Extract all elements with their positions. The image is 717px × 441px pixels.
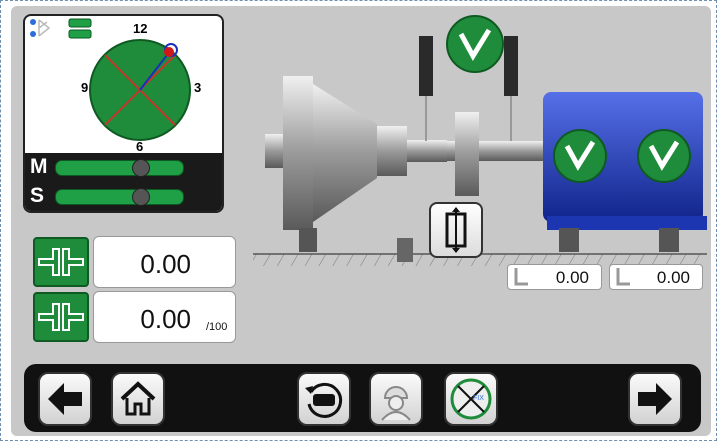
app-screen: 12 3 6 9 M S 0.00 0.00 /100 0.00 0.00 FI…: [11, 6, 711, 436]
bottom-toolbar: FIX: [24, 364, 701, 432]
check-icon: [637, 129, 691, 183]
level-knob-s: [132, 188, 150, 206]
home-icon: [120, 381, 156, 416]
foot-value-rear: 0.00: [656, 268, 690, 287]
coupling-button-1[interactable]: [33, 237, 89, 287]
level-bar-m: [55, 159, 184, 177]
coupling-icon: [38, 303, 84, 331]
battery-icon: [68, 18, 92, 39]
bar-letter-s: S: [30, 184, 45, 207]
coupling-icon: [38, 248, 84, 276]
foot-icon: [616, 268, 630, 286]
operator-icon: [381, 386, 411, 421]
home-button[interactable]: [111, 372, 165, 426]
dial-label-9: 9: [81, 80, 89, 95]
level-bar-s: [55, 188, 184, 206]
bar-letter-m: M: [30, 155, 48, 178]
fixed-clock-button[interactable]: FIX: [444, 372, 498, 426]
level-knob-m: [132, 159, 150, 177]
sensor-icon: [445, 207, 467, 253]
dial-label-6: 6: [136, 139, 144, 154]
fixed-clock-icon: FIX: [450, 378, 492, 420]
bluetooth-icon: [30, 19, 51, 37]
bar-row-s: S: [25, 184, 222, 210]
check-icon: [446, 15, 504, 73]
dial-label-3: 3: [194, 80, 202, 95]
check-icon: [553, 129, 607, 183]
compass-dial: [30, 18, 191, 141]
angle-panel: 12 3 6 9 M S: [23, 14, 224, 213]
sensor-orientation-button[interactable]: [429, 202, 483, 258]
rotate-machine-icon: [305, 382, 343, 418]
coupling-button-2[interactable]: [33, 292, 89, 342]
offset-value-box: 0.00: [93, 236, 236, 288]
angle-unit: /100: [206, 321, 228, 333]
operator-button[interactable]: [369, 372, 423, 426]
dial-label-12: 12: [133, 21, 148, 36]
back-button[interactable]: [38, 372, 92, 426]
offset-value: 0.00: [140, 249, 191, 279]
rotate-machine-button[interactable]: [297, 372, 351, 426]
sensor-level-bars: M S: [25, 153, 222, 211]
pump-machine: [265, 76, 447, 262]
foot-readout-rear: 0.00: [609, 264, 703, 290]
back-arrow-icon: [48, 383, 82, 415]
angle-value-box: 0.00 /100: [93, 291, 236, 343]
angle-value: 0.00: [140, 304, 191, 334]
foot-icon: [514, 268, 528, 286]
forward-button[interactable]: [628, 372, 682, 426]
svg-text:FIX: FIX: [473, 395, 484, 402]
foot-value-front: 0.00: [555, 268, 589, 287]
bar-row-m: M: [25, 155, 222, 181]
forward-arrow-icon: [638, 383, 672, 415]
foot-readout-front: 0.00: [507, 264, 602, 290]
